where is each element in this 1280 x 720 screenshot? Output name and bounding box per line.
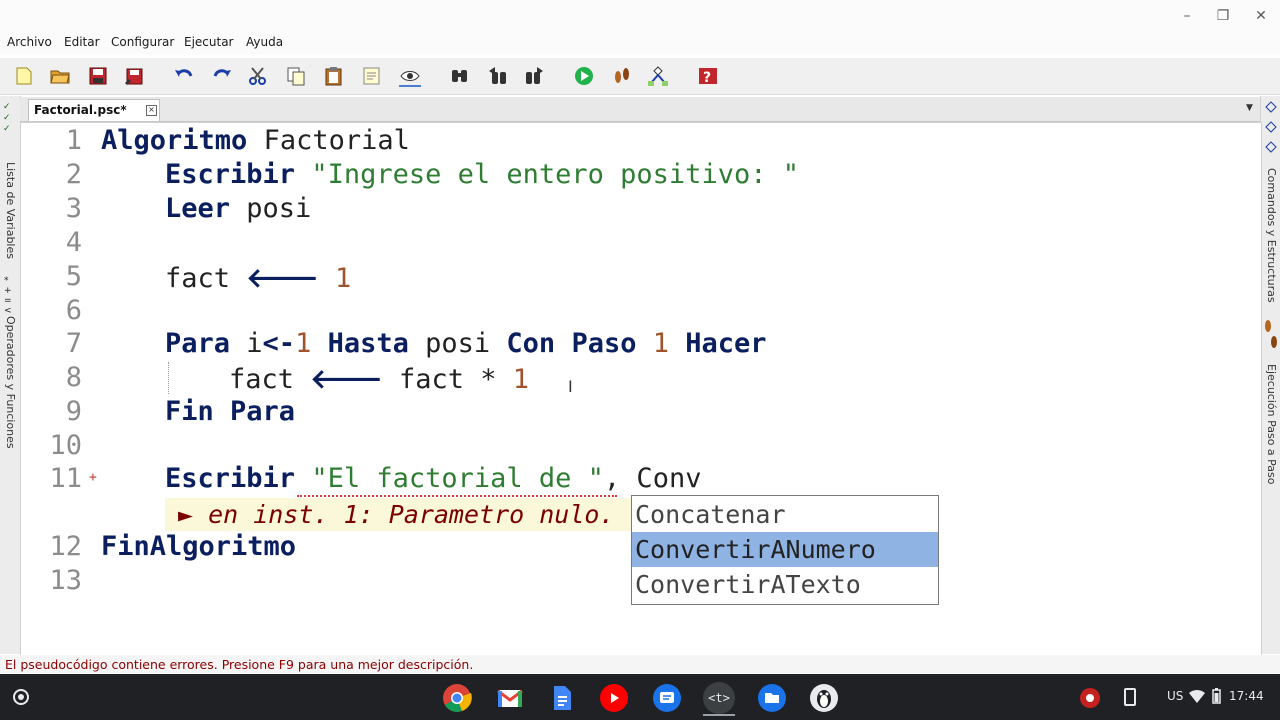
save-icon[interactable] (86, 64, 110, 88)
line-number: 13 (49, 565, 82, 596)
chrome-icon[interactable] (441, 682, 473, 714)
minimize-button[interactable]: – (1176, 6, 1198, 26)
operators-functions-tab[interactable]: Operadores y Funciones (4, 316, 17, 449)
title-bar: – ❐ ✕ (0, 0, 1280, 32)
search-icon[interactable] (448, 64, 472, 88)
code-line-3: Leer posi (165, 193, 312, 224)
menu-configurar[interactable]: Configurar (111, 35, 174, 49)
code-line-11: Escribir "El factorial de ", Conv (165, 463, 702, 494)
editor-tab-bar: Factorial.psc* × ▼ (20, 97, 1260, 122)
close-window-button[interactable]: ✕ (1250, 6, 1272, 26)
error-hint: ► en inst. 1: Parametro nulo. (178, 500, 615, 529)
line-number: 7 (65, 328, 82, 359)
status-bar: El pseudocódigo contiene errores. Presio… (0, 655, 1280, 673)
cut-icon[interactable] (246, 64, 270, 88)
line-number: 4 (65, 227, 82, 258)
line-number: 2 (65, 159, 82, 190)
step-execution-tab[interactable]: Ejecución Paso a Paso (1265, 364, 1278, 485)
code-line-8: fact 🡐 fact * 1 (229, 364, 530, 395)
line-number: 1 (65, 125, 82, 156)
menu-archivo[interactable]: Archivo (7, 35, 52, 49)
linux-penguin-icon[interactable] (808, 682, 840, 714)
code-line-1: Algoritmo Factorial (101, 125, 410, 156)
autocomplete-item[interactable]: ConvertirATexto (632, 567, 938, 602)
code-line-5: fact 🡐 1 (165, 263, 352, 294)
close-tab-icon[interactable]: × (146, 105, 157, 116)
copy-icon[interactable] (284, 64, 308, 88)
tab-label: Factorial.psc* (34, 103, 127, 117)
run-icon[interactable] (572, 64, 596, 88)
code-line-2: Escribir "Ingrese el entero positivo: " (165, 159, 799, 190)
status-message: El pseudocódigo contiene errores. Presio… (5, 657, 474, 672)
search-next-icon[interactable] (522, 64, 546, 88)
paste-icon[interactable] (322, 64, 346, 88)
step-icon[interactable] (610, 64, 634, 88)
indent-guide (168, 362, 169, 394)
operators-icon: * + = < (4, 276, 12, 316)
keyboard-locale[interactable]: US (1167, 689, 1183, 703)
text-cursor-icon: I (568, 377, 573, 396)
code-line-7: Para i<-1 Hasta posi Con Paso 1 Hacer (165, 328, 767, 359)
menu-editar[interactable]: Editar (64, 35, 100, 49)
fold-marker[interactable]: + (89, 470, 97, 485)
search-prev-icon[interactable] (486, 64, 510, 88)
line-number: 5 (65, 261, 82, 292)
help-icon[interactable]: ? (696, 64, 720, 88)
left-side-panel: ✓ ✓ ✓ Lista de Variables * + = < Operadores y… (0, 96, 21, 654)
line-number: 6 (65, 295, 82, 326)
open-folder-icon[interactable] (48, 64, 72, 88)
structures-icon (1265, 101, 1277, 153)
svg-text:?: ? (703, 70, 711, 86)
save-as-icon[interactable] (122, 64, 146, 88)
code-line-9: Fin Para (165, 396, 296, 427)
wifi-icon (1189, 689, 1205, 703)
undo-icon[interactable] (172, 64, 196, 88)
maximize-button[interactable]: ❐ (1212, 6, 1234, 26)
commands-structures-tab[interactable]: Comandos y Estructuras (1265, 168, 1278, 303)
variables-list-tab[interactable]: Lista de Variables (4, 162, 17, 259)
flowchart-icon[interactable] (646, 64, 670, 88)
edit-icon[interactable] (360, 64, 384, 88)
right-side-panel: Comandos y Estructuras Ejecución Paso a … (1260, 96, 1280, 654)
youtube-icon[interactable] (598, 682, 630, 714)
autocomplete-item-selected[interactable]: ConvertirANumero (632, 532, 938, 567)
steps-icon (1265, 320, 1277, 348)
docs-icon[interactable] (546, 682, 578, 714)
active-app-indicator (703, 714, 735, 716)
new-file-icon[interactable] (12, 64, 36, 88)
phone-hub-icon[interactable] (1124, 688, 1136, 706)
messages-icon[interactable] (651, 682, 683, 714)
indent-icon[interactable] (398, 64, 422, 88)
menu-bar: Archivo Editar Configurar Ejecutar Ayuda (0, 32, 1280, 54)
tab-factorial[interactable]: Factorial.psc* × (28, 99, 160, 121)
clock[interactable]: 17:44 (1229, 689, 1264, 703)
autocomplete-item[interactable]: Concatenar (632, 497, 938, 532)
screen-record-icon[interactable] (1080, 688, 1100, 708)
autocomplete-popup: Concatenar ConvertirANumero ConvertirATe… (631, 495, 939, 605)
menu-ayuda[interactable]: Ayuda (246, 35, 283, 49)
menu-ejecutar[interactable]: Ejecutar (184, 35, 234, 49)
line-number: 10 (49, 430, 82, 461)
line-number: 12 (49, 531, 82, 562)
text-editor-icon[interactable]: <t> (703, 682, 735, 714)
toolbar: ? (0, 58, 1280, 95)
line-number: 11 (49, 463, 82, 494)
code-line-12: FinAlgoritmo (101, 531, 297, 562)
line-number: 3 (65, 193, 82, 224)
launcher-icon[interactable] (13, 689, 29, 705)
line-number: 8 (65, 362, 82, 393)
redo-icon[interactable] (210, 64, 234, 88)
tab-list-dropdown-icon[interactable]: ▼ (1246, 103, 1253, 113)
files-icon[interactable] (756, 682, 788, 714)
text-editor-glyph: <t> (708, 691, 730, 705)
battery-icon (1212, 688, 1221, 704)
gmail-icon[interactable] (494, 682, 526, 714)
error-underline (297, 492, 617, 497)
line-number: 9 (65, 396, 82, 427)
variables-icon: ✓ ✓ ✓ (3, 102, 11, 134)
